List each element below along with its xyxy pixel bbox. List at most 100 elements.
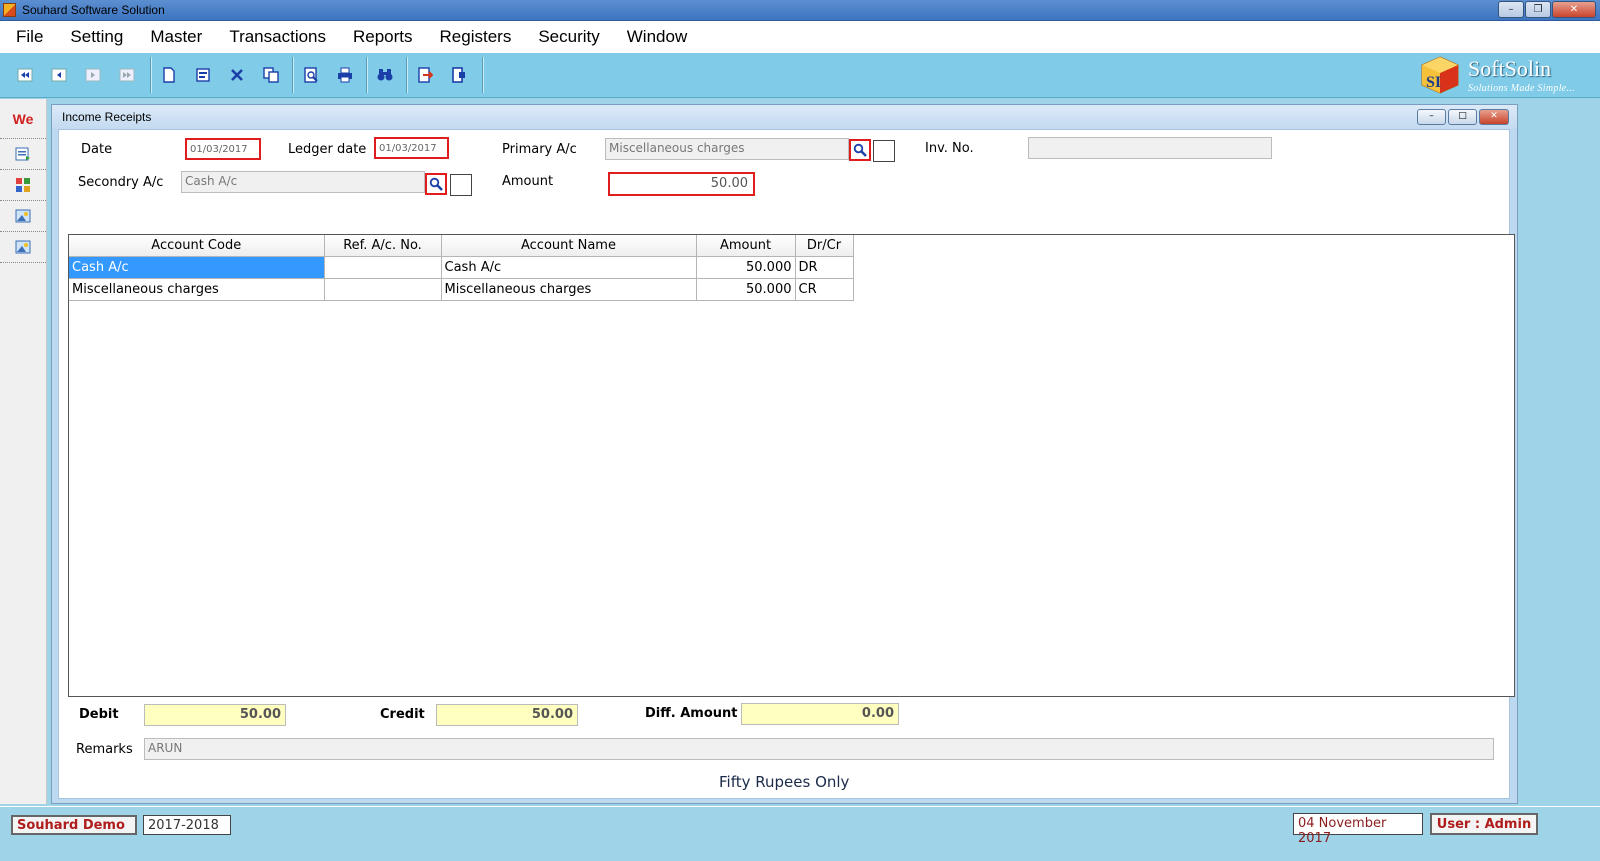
first-record-button[interactable] <box>8 58 42 92</box>
new-button[interactable] <box>152 58 186 92</box>
find-button[interactable] <box>368 58 402 92</box>
previous-icon <box>51 68 67 82</box>
copy-icon <box>263 67 279 83</box>
primary-ac-checkbox[interactable] <box>873 140 895 162</box>
cell-amount[interactable]: 50.000 <box>696 278 796 301</box>
new-document-icon <box>163 67 175 83</box>
minimize-button[interactable]: – <box>1498 1 1524 18</box>
menu-reports[interactable]: Reports <box>342 27 424 47</box>
cell-ref-ac-no[interactable] <box>324 256 442 279</box>
brand-logo: SI SoftSolin Solutions Made Simple... <box>1420 53 1592 97</box>
menu-security[interactable]: Security <box>527 27 610 47</box>
remarks-field[interactable]: ARUN <box>144 738 1494 760</box>
printer-icon <box>338 67 352 83</box>
cell-account-name[interactable]: Cash A/c <box>441 256 697 279</box>
credit-label: Credit <box>380 707 425 722</box>
col-amount[interactable]: Amount <box>696 235 796 257</box>
search-icon <box>853 143 867 157</box>
table-row[interactable]: Cash A/c Cash A/c 50.000 DR <box>69 256 854 279</box>
menu-registers[interactable]: Registers <box>429 27 523 47</box>
cell-account-name[interactable]: Miscellaneous charges <box>441 278 697 301</box>
table-row[interactable]: Miscellaneous charges Miscellaneous char… <box>69 278 854 301</box>
inv-no-label: Inv. No. <box>925 141 974 156</box>
close-button[interactable]: ✕ <box>1552 1 1596 18</box>
secondary-ac-search-button[interactable] <box>425 173 447 195</box>
secondary-ac-field[interactable]: Cash A/c <box>181 171 425 193</box>
sidebar-item-3[interactable] <box>0 201 46 232</box>
secondary-ac-checkbox[interactable] <box>450 174 472 196</box>
amount-label: Amount <box>502 174 554 189</box>
voucher-table: Account Code Ref. A/c. No. Account Name … <box>69 235 854 301</box>
last-record-button[interactable] <box>110 58 144 92</box>
cell-amount[interactable]: 50.000 <box>696 256 796 279</box>
income-receipts-window: Income Receipts – □ ✕ Date 01/03/2017 Le… <box>51 104 1518 804</box>
child-minimize-button[interactable]: – <box>1417 109 1446 125</box>
child-maximize-button[interactable]: □ <box>1448 109 1477 125</box>
diff-amount-field: 0.00 <box>741 703 899 725</box>
ledger-date-label: Ledger date <box>288 142 367 157</box>
debit-label: Debit <box>79 707 119 722</box>
app-icon <box>3 3 16 17</box>
sidebar-item-2[interactable] <box>0 170 46 201</box>
child-title-bar: Income Receipts – □ ✕ <box>52 105 1517 129</box>
previous-record-button[interactable] <box>42 58 76 92</box>
cell-ref-ac-no[interactable] <box>324 278 442 301</box>
cell-dr-cr[interactable]: DR <box>795 256 854 279</box>
remarks-label: Remarks <box>76 742 133 757</box>
title-bar: Souhard Software Solution – ❐ ✕ <box>0 0 1600 21</box>
next-record-button[interactable] <box>76 58 110 92</box>
amount-field[interactable]: 50.00 <box>608 172 755 196</box>
logo-letter-s: SI <box>1426 74 1441 91</box>
export-button[interactable] <box>408 58 442 92</box>
print-button[interactable] <box>328 58 362 92</box>
first-icon <box>17 68 33 82</box>
exit-button[interactable] <box>442 58 476 92</box>
sidebar-item-1[interactable] <box>0 139 46 170</box>
date-status: 04 November 2017 <box>1293 813 1423 846</box>
last-icon <box>119 68 135 82</box>
picture-icon <box>15 240 31 254</box>
cube-logo-icon: SI <box>1421 56 1459 94</box>
edit-button[interactable] <box>186 58 220 92</box>
window-title: Souhard Software Solution <box>22 3 165 17</box>
debit-total-field: 50.00 <box>144 704 286 726</box>
grid-colors-icon <box>16 178 30 192</box>
ledger-date-field[interactable]: 01/03/2017 <box>374 137 449 159</box>
amount-in-words: Fifty Rupees Only <box>719 773 850 791</box>
edit-icon <box>196 68 210 82</box>
child-close-button[interactable]: ✕ <box>1479 109 1509 125</box>
restore-button[interactable]: ❐ <box>1525 1 1551 18</box>
menu-file[interactable]: File <box>5 27 54 47</box>
credit-total-field: 50.00 <box>436 704 578 726</box>
col-account-code[interactable]: Account Code <box>69 235 325 257</box>
voucher-grid: Account Code Ref. A/c. No. Account Name … <box>68 234 1515 697</box>
export-icon <box>418 67 433 83</box>
form-body: Date 01/03/2017 Ledger date 01/03/2017 P… <box>58 129 1515 799</box>
menu-master[interactable]: Master <box>139 27 213 47</box>
cell-account-code[interactable]: Cash A/c <box>69 256 325 279</box>
cell-dr-cr[interactable]: CR <box>795 278 854 301</box>
primary-ac-field[interactable]: Miscellaneous charges <box>605 138 849 160</box>
delete-button[interactable] <box>220 58 254 92</box>
sidebar-item-4[interactable] <box>0 232 46 263</box>
menu-window[interactable]: Window <box>616 27 698 47</box>
exit-door-icon <box>452 67 465 83</box>
left-sidebar: We <box>0 99 47 804</box>
toolbar: SI SoftSolin Solutions Made Simple... <box>0 53 1600 98</box>
col-account-name[interactable]: Account Name <box>441 235 697 257</box>
col-dr-cr[interactable]: Dr/Cr <box>795 235 854 257</box>
menu-transactions[interactable]: Transactions <box>218 27 337 47</box>
copy-button[interactable] <box>254 58 288 92</box>
binoculars-icon <box>377 69 393 81</box>
menu-setting[interactable]: Setting <box>59 27 134 47</box>
primary-ac-search-button[interactable] <box>849 139 871 161</box>
search-icon <box>429 177 443 191</box>
inv-no-field[interactable] <box>1028 137 1272 159</box>
form-icon <box>15 147 30 161</box>
brand-name: SoftSolin <box>1468 56 1552 81</box>
secondary-ac-label: Secondry A/c <box>78 175 164 190</box>
date-field[interactable]: 01/03/2017 <box>185 138 261 160</box>
col-ref-ac-no[interactable]: Ref. A/c. No. <box>324 235 442 257</box>
cell-account-code[interactable]: Miscellaneous charges <box>69 278 325 301</box>
preview-button[interactable] <box>294 58 328 92</box>
